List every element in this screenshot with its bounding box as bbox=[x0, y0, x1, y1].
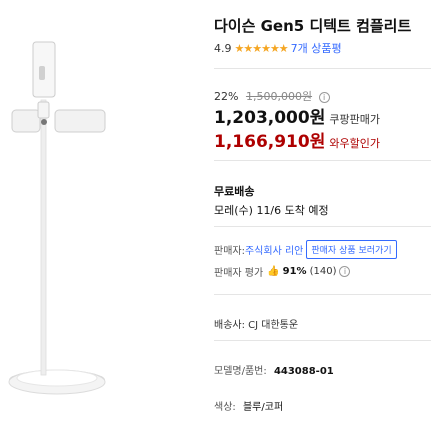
divider bbox=[214, 226, 431, 227]
seller-evaluation-row: 판매자 평가 👍 91% (140) i bbox=[214, 264, 351, 279]
color-value: 블루/코퍼 bbox=[242, 402, 284, 413]
review-count-link[interactable]: 7개 상품평 bbox=[291, 40, 342, 56]
discount-rate: 22% bbox=[214, 90, 239, 103]
free-shipping-label: 무료배송 bbox=[214, 185, 255, 198]
seller-eval-percent: 91% bbox=[282, 266, 307, 277]
seller-products-button[interactable]: 판매자 상품 보러가기 bbox=[306, 240, 397, 259]
product-info-panel: 다이슨 Gen5 디텍트 컴플리트 4.9 ★★★★★★ 7개 상품평 22% … bbox=[214, 0, 431, 431]
seller-eval-label: 판매자 평가 bbox=[214, 268, 264, 279]
coupang-price: 1,203,000원 bbox=[214, 108, 326, 128]
seller-eval-count: (140) bbox=[309, 266, 337, 277]
divider bbox=[214, 160, 431, 161]
coupang-price-label: 쿠팡판매가 bbox=[329, 113, 380, 126]
thumbs-up-icon: 👍 bbox=[267, 266, 280, 277]
rating-row: 4.9 ★★★★★★ 7개 상품평 bbox=[214, 40, 342, 56]
model-label: 모델명/품번: bbox=[214, 366, 267, 377]
wow-price: 1,166,910원 bbox=[214, 132, 326, 152]
divider bbox=[214, 294, 431, 295]
star-rating-icon: ★★★★★★ bbox=[234, 41, 289, 55]
wow-price-row: 1,166,910원 와우할인가 bbox=[214, 127, 380, 152]
info-icon[interactable]: i bbox=[318, 91, 330, 103]
product-image[interactable] bbox=[0, 0, 205, 431]
product-title: 다이슨 Gen5 디텍트 컴플리트 bbox=[214, 17, 412, 35]
carrier-info: 배송사: CJ 대한통운 bbox=[214, 320, 299, 331]
model-value: 443088-01 bbox=[273, 366, 334, 377]
color-label: 색상: bbox=[214, 402, 236, 413]
arrival-date: 모레(수) 11/6 도착 예정 bbox=[214, 204, 329, 217]
wow-price-label: 와우할인가 bbox=[329, 137, 380, 150]
rating-score: 4.9 bbox=[214, 41, 232, 55]
seller-row: 판매자: 주식회사 리안 판매자 상품 보러가기 bbox=[214, 240, 397, 259]
coupang-price-row: 1,203,000원 쿠팡판매가 bbox=[214, 103, 380, 128]
info-icon[interactable]: i bbox=[339, 266, 351, 277]
discount-row: 22% 1,500,000원 i bbox=[214, 88, 330, 104]
seller-label: 판매자: bbox=[214, 246, 245, 257]
seller-name-link[interactable]: 주식회사 리안 bbox=[245, 242, 303, 257]
divider bbox=[214, 340, 431, 341]
divider bbox=[214, 68, 431, 69]
original-price: 1,500,000원 bbox=[245, 90, 313, 103]
color-row: 색상: 블루/코퍼 bbox=[214, 398, 283, 413]
model-row: 모델명/품번: 443088-01 bbox=[214, 362, 334, 377]
